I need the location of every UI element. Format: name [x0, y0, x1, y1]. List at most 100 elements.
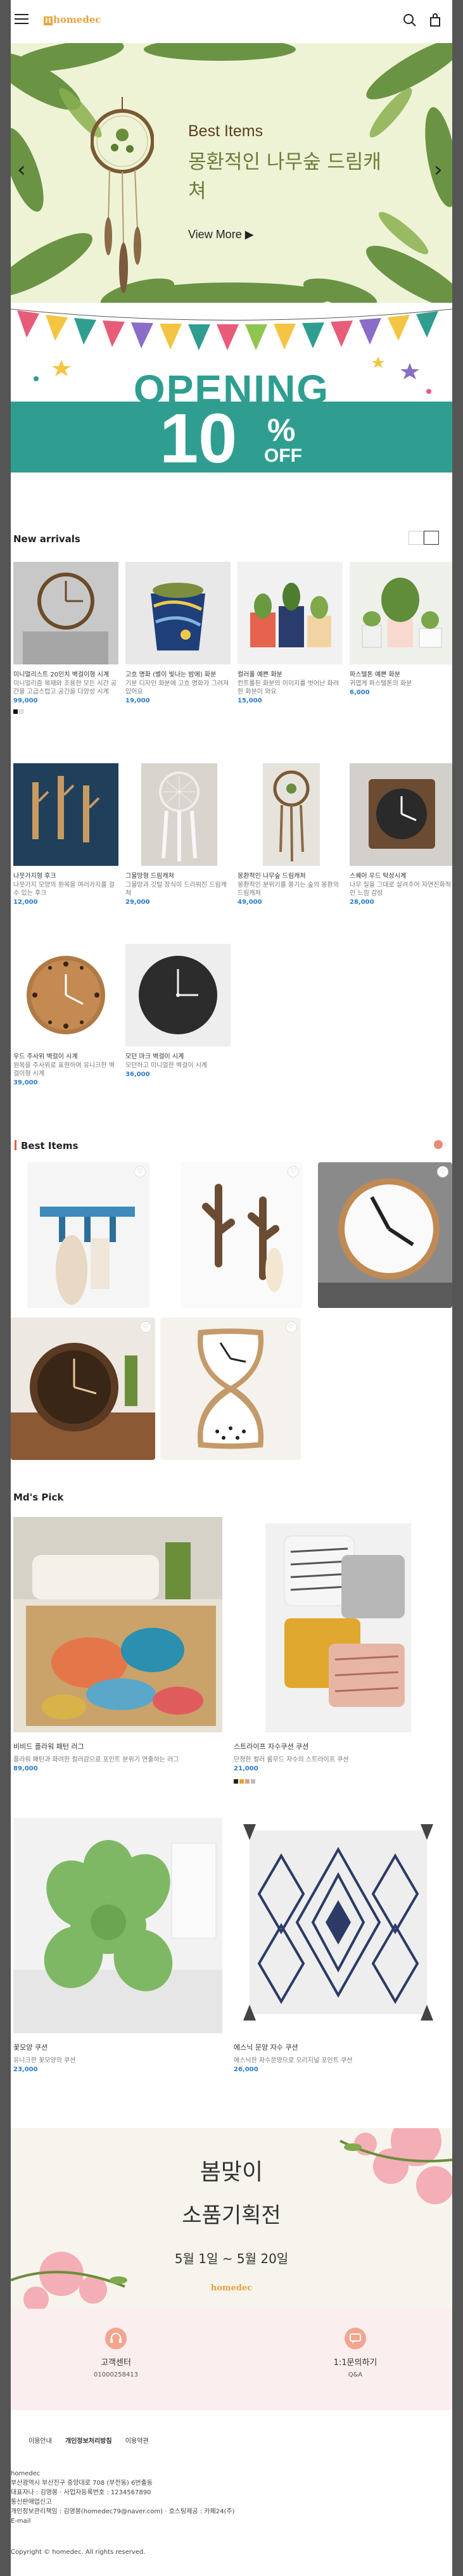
product-price: 89,000 [13, 1765, 38, 1772]
grid-2-view-icon[interactable] [409, 531, 424, 545]
swatch-mustard[interactable] [239, 1779, 244, 1784]
footer-link-terms[interactable]: 이용약관 [125, 2438, 149, 2445]
product-desc: 그물망과 깃털 장식이 드리워진 드림캐쳐 [125, 882, 227, 897]
product-image[interactable] [13, 763, 118, 866]
product-card[interactable]: 고흐 명화 (별이 빛나는 밤에) 화분 기분 디자인 화분에 고흐 명화가 그… [125, 562, 231, 704]
customer-center-title: 고객센터 [101, 2358, 131, 2368]
best-item-card[interactable]: ♡ [160, 1317, 301, 1460]
swatch-gray[interactable] [251, 1779, 255, 1784]
wishlist-heart-icon[interactable]: ♡ [288, 1166, 299, 1177]
net-dreamcatcher-image [125, 763, 231, 866]
product-card[interactable]: 미니멀리스트 20인치 벽걸이형 시계 미니멀리즘 목재와 조용한 모든 시간 … [13, 562, 118, 716]
hero-next-arrow-icon[interactable]: › [434, 157, 447, 182]
product-price: 12,000 [13, 899, 38, 906]
opening-percent-sign: % [267, 412, 296, 448]
best-item-card[interactable]: ♡ [27, 1162, 149, 1308]
product-image[interactable] [13, 1818, 222, 2033]
carousel-next-icon[interactable]: › [444, 1140, 452, 1149]
md-product-card[interactable]: 꽃모양 쿠션 유니크한 꽃모양의 쿠션 23,000 [13, 1818, 222, 2073]
product-name[interactable]: 파스텔톤 예쁜 화분 [350, 671, 452, 680]
wishlist-heart-icon[interactable]: ♡ [437, 1166, 448, 1177]
product-name[interactable]: 그물망형 드림캐쳐 [125, 872, 231, 881]
square-wood-clock-image [350, 763, 452, 866]
product-card[interactable]: 스퀘어 우드 탁상시계 나무 질을 그대로 살려주어 자연친화적인 느낌 감성 … [350, 763, 452, 906]
product-image[interactable] [13, 1517, 222, 1732]
wood-wall-clock-image [318, 1162, 452, 1308]
product-name[interactable]: 꽃모양 쿠션 [13, 2042, 222, 2052]
md-product-card[interactable]: 에스닉 문양 자수 쿠션 에스닉한 자수문양으로 오리지널 포인트 쿠션 26,… [234, 1818, 443, 2073]
best-item-card[interactable]: ♡ [318, 1162, 452, 1308]
product-image[interactable] [125, 763, 231, 866]
product-image[interactable] [234, 1818, 443, 2033]
product-price: 29,000 [125, 899, 150, 906]
wishlist-heart-icon[interactable]: ♡ [286, 1321, 297, 1333]
product-card[interactable]: 모던 마크 벽걸이 시계 모던하고 미니멀한 벽걸이 시계 36,000 [125, 944, 231, 1078]
product-image[interactable] [234, 1517, 443, 1732]
product-desc: 플라워 패턴과 화려한 컬러감으로 포인트 분위기 연출하는 러그 [13, 1756, 179, 1763]
view-more-link[interactable]: View More ▶ [188, 228, 254, 241]
customer-center[interactable]: 고객센터 01000258413 [53, 2328, 179, 2378]
best-item-card[interactable]: ♡ [181, 1162, 303, 1308]
product-desc: 미니멀리즘 목재와 조용한 모든 시간 공간을 고급스럽고 공간을 다양성 시계 [13, 680, 117, 695]
wishlist-heart-icon[interactable]: ♡ [134, 1166, 146, 1177]
hamburger-menu-icon[interactable] [15, 14, 29, 25]
logo-letter: H [44, 16, 53, 25]
hourglass-clock-image [160, 1317, 301, 1460]
chat-icon [345, 2328, 366, 2349]
carousel-prev-icon[interactable] [434, 1140, 443, 1149]
branch-hooks-image [13, 763, 118, 866]
product-name[interactable]: 고흐 명화 (별이 빛나는 밤에) 화분 [125, 671, 231, 680]
md-product-card[interactable]: 스트라이프 자수쿠션 쿠션 단정한 컬러 룸무드 자수의 스트라이프 쿠션 21… [234, 1517, 443, 1786]
product-price: 36,000 [125, 1071, 150, 1078]
hero-banner[interactable]: Best Items 몽환적인 나무숲 드림캐쳐 View More ▶ ‹ › [11, 43, 452, 303]
product-image[interactable] [350, 562, 452, 664]
opening-sale-banner[interactable]: OPENING 10 % OFF [11, 303, 452, 486]
product-image[interactable] [125, 944, 231, 1046]
product-card[interactable]: 그물망형 드림캐쳐 그물망과 깃털 장식이 드리워진 드림캐쳐 29,000 [125, 763, 231, 906]
product-name[interactable]: 몽환적인 나무숲 드림캐쳐 [238, 872, 343, 881]
swatch-black[interactable] [234, 1779, 238, 1784]
product-name[interactable]: 스퀘어 우드 탁상시계 [350, 872, 452, 881]
hero-prev-arrow-icon[interactable]: ‹ [17, 157, 30, 182]
swatch-pink[interactable] [245, 1779, 250, 1784]
headset-icon [105, 2328, 127, 2349]
logo-text: homedec [53, 14, 101, 25]
product-card[interactable]: 나뭇가지형 후크 나뭇가지 모양의 원목을 여러가지를 걸 수 있는 후크 12… [13, 763, 118, 906]
footer-company-info: homedec 부산광역시 부산진구 중앙대로 708 (부전동) 6번출동 대… [11, 2469, 452, 2526]
product-name[interactable]: 미니멀리스트 20인치 벽걸이형 시계 [13, 671, 118, 680]
inquiry-title: 1:1문의하기 [333, 2358, 377, 2368]
product-name[interactable]: 모던 마크 벽걸이 시계 [125, 1053, 231, 1062]
product-desc: 모던하고 미니멀한 벽걸이 시계 [125, 1062, 208, 1069]
shopping-bag-icon[interactable] [428, 13, 443, 28]
product-name[interactable]: 우드 주사위 벽걸이 시계 [13, 1053, 118, 1062]
product-image[interactable] [350, 763, 452, 866]
site-logo[interactable]: Hhomedec [44, 14, 101, 25]
product-card[interactable]: 우드 주사위 벽걸이 시계 원목을 주사위로 표현하여 유니크한 벽걸이형 시계… [13, 944, 118, 1086]
product-card[interactable]: 파스텔톤 예쁜 화분 귀엽게 파스텔톤의 화분 6,000 [350, 562, 452, 696]
product-card[interactable]: 컬러풀 예쁜 화분 컨트롤된 화분의 이미지를 벗어난 화려한 화분이 와요 1… [238, 562, 343, 704]
product-name[interactable]: 나뭇가지형 후크 [13, 872, 118, 881]
product-card[interactable]: 몽환적인 나무숲 드림캐쳐 몽환적인 분위기를 풍기는 숲의 몽환의 드림캐쳐 … [238, 763, 343, 906]
wishlist-heart-icon[interactable]: ♡ [140, 1321, 151, 1333]
grid-4-view-icon[interactable] [424, 531, 439, 545]
product-name[interactable]: 비비드 플라워 패턴 러그 [13, 1741, 222, 1751]
product-image[interactable] [125, 562, 231, 664]
swatch-white[interactable] [19, 709, 23, 714]
product-image[interactable] [238, 562, 343, 664]
one-to-one-inquiry[interactable]: 1:1문의하기 Q&A [292, 2328, 419, 2378]
product-name[interactable]: 스트라이프 자수쿠션 쿠션 [234, 1741, 443, 1751]
product-image[interactable] [238, 763, 343, 866]
search-icon[interactable] [402, 13, 417, 28]
product-name[interactable]: 에스닉 문양 자수 쿠션 [234, 2042, 443, 2052]
swatch-black[interactable] [13, 709, 18, 714]
footer-link-guide[interactable]: 이용안내 [29, 2438, 52, 2445]
product-image[interactable] [13, 562, 118, 664]
product-image[interactable] [13, 944, 118, 1046]
md-product-card[interactable]: 비비드 플라워 패턴 러그 플라워 패턴과 화려한 컬러감으로 포인트 분위기 … [13, 1517, 222, 1772]
best-item-card[interactable]: ♡ [11, 1317, 155, 1460]
product-name[interactable]: 컬러풀 예쁜 화분 [238, 671, 343, 680]
footer-link-privacy[interactable]: 개인정보처리방침 [65, 2438, 112, 2445]
spring-banner-line2: 소품기획전 [182, 2203, 281, 2228]
modern-black-clock-image [125, 944, 231, 1046]
spring-event-banner[interactable]: 봄맞이 소품기획전 5월 1일 ~ 5월 20일 homedec [11, 2128, 452, 2309]
